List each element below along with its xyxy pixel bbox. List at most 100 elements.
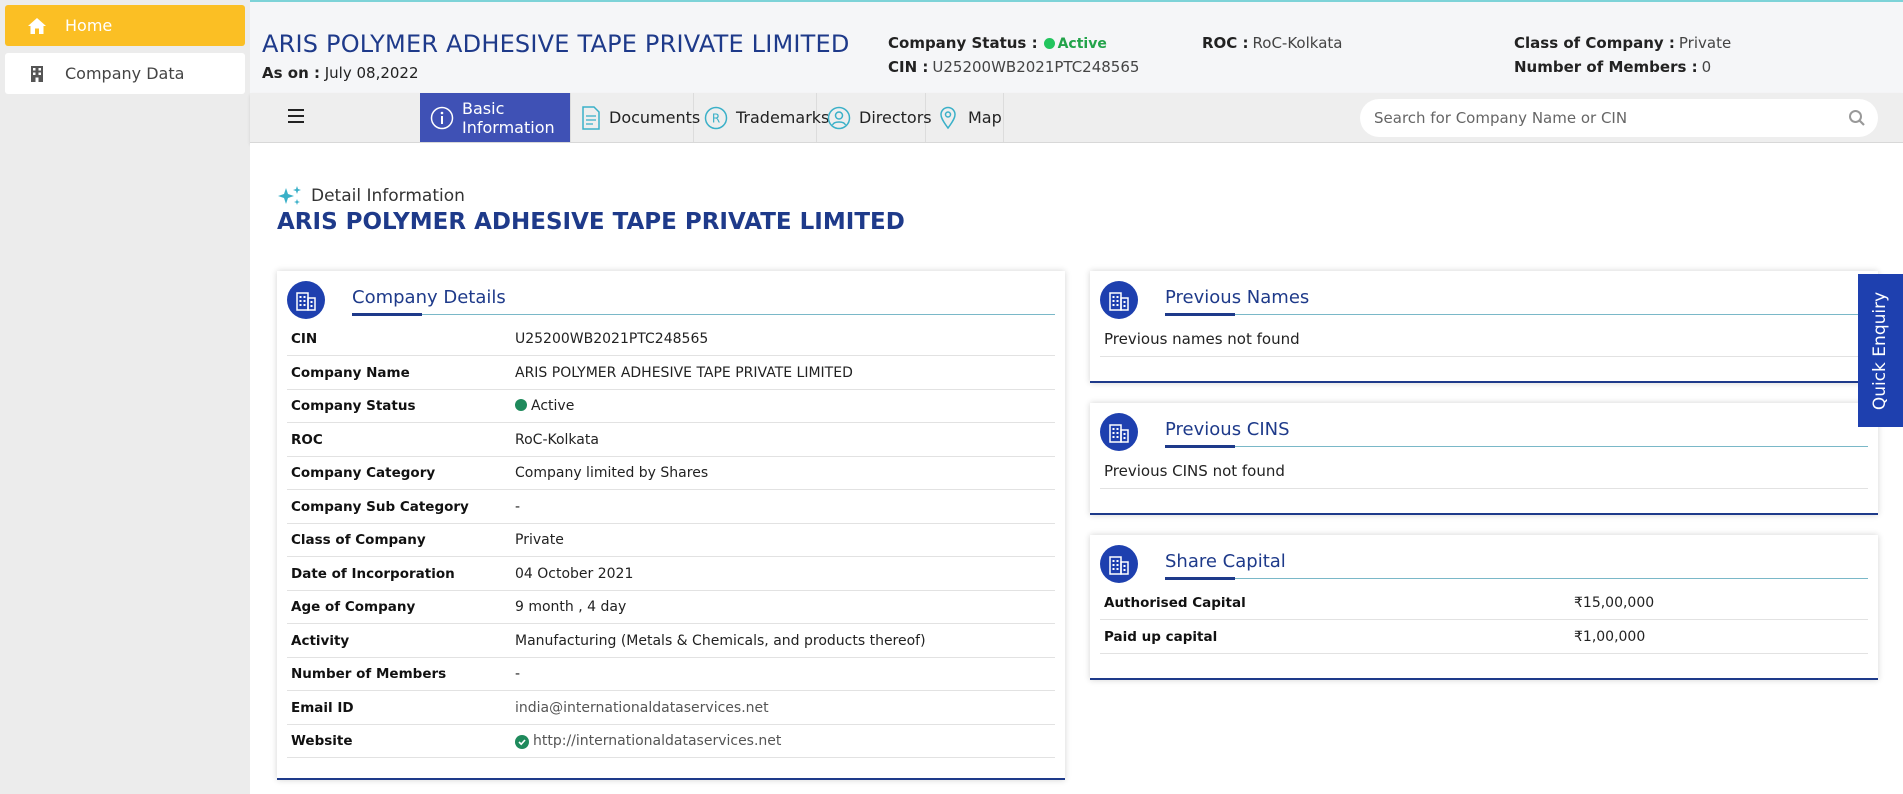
registered-icon: R xyxy=(704,106,728,130)
cin-label: CIN : xyxy=(888,58,929,76)
table-row: Age of Company 9 month , 4 day xyxy=(287,591,1055,624)
row-key: Company Sub Category xyxy=(291,499,469,515)
building-icon xyxy=(287,281,325,319)
website-link[interactable]: http://internationaldataservices.net xyxy=(515,733,781,749)
row-key: Paid up capital xyxy=(1104,629,1218,645)
row-value: - xyxy=(515,499,521,515)
search-box xyxy=(1360,99,1878,137)
home-icon xyxy=(27,16,47,36)
table-row: Website http://internationaldataservices.… xyxy=(287,725,1055,758)
company-status-value: Active xyxy=(1057,36,1107,52)
tab-label: Documents xyxy=(609,108,701,127)
members-label: Number of Members : xyxy=(1514,58,1698,76)
row-key: Age of Company xyxy=(291,599,416,615)
table-row: Paid up capital ₹1,00,000 xyxy=(1100,621,1868,654)
sidebar: Home Company Data xyxy=(0,0,250,794)
tab-label: Directors xyxy=(859,108,932,127)
tab-directors[interactable]: Directors xyxy=(817,93,932,142)
class-meta: Class of Company : Private xyxy=(1514,34,1731,52)
empty-note: Previous names not found xyxy=(1104,330,1300,348)
members-meta: Number of Members :0 xyxy=(1514,58,1711,76)
row-value: RoC-Kolkata xyxy=(515,432,599,448)
document-icon xyxy=(581,105,601,130)
table-row: Authorised Capital ₹15,00,000 xyxy=(1100,587,1868,620)
detail-heading: Detail Information xyxy=(277,185,465,207)
search-icon[interactable] xyxy=(1848,109,1866,131)
table-row: Company Name ARIS POLYMER ADHESIVE TAPE P… xyxy=(287,357,1055,390)
card-divider xyxy=(352,314,1055,315)
sidebar-item-company-data[interactable]: Company Data xyxy=(5,53,245,94)
search-input[interactable] xyxy=(1374,109,1834,127)
card-title: Previous Names xyxy=(1165,287,1310,308)
tab-trademarks[interactable]: R Trademarks xyxy=(694,93,829,142)
row-value: Active xyxy=(531,398,575,414)
row-key: ROC xyxy=(291,432,323,448)
row-value: ARIS POLYMER ADHESIVE TAPE PRIVATE LIMIT… xyxy=(515,365,853,381)
row-key: Company Status xyxy=(291,398,416,414)
cin-meta: CIN : U25200WB2021PTC248565 xyxy=(888,58,1139,76)
row-key: Authorised Capital xyxy=(1104,595,1246,611)
row-key: Number of Members xyxy=(291,666,447,682)
status-dot-icon xyxy=(1043,38,1055,49)
sidebar-item-home[interactable]: Home xyxy=(5,5,245,46)
table-row: CIN U25200WB2021PTC248565 xyxy=(287,323,1055,356)
detail-heading-text: Detail Information xyxy=(311,186,465,206)
table-row: Number of Members - xyxy=(287,658,1055,691)
row-value: U25200WB2021PTC248565 xyxy=(515,331,709,347)
email-value[interactable]: india@internationaldataservices.net xyxy=(515,700,769,716)
tab-label: Map xyxy=(968,108,1002,127)
card-divider xyxy=(1165,446,1868,447)
table-row: Activity Manufacturing (Metals & Chemical… xyxy=(287,625,1055,658)
check-circle-icon xyxy=(515,735,529,749)
members-value: 0 xyxy=(1701,58,1712,76)
tab-basic-information[interactable]: Basic Information xyxy=(420,93,571,142)
row-key: CIN xyxy=(291,331,318,347)
roc-value: RoC-Kolkata xyxy=(1252,34,1343,52)
table-row: ROC RoC-Kolkata xyxy=(287,424,1055,457)
as-on-date: As on : July 08,2022 xyxy=(262,64,419,82)
roc-label: ROC : xyxy=(1202,34,1249,52)
row-key: Activity xyxy=(291,633,350,649)
row-value: Manufacturing (Metals & Chemicals, and p… xyxy=(515,633,926,649)
row-value: http://internationaldataservices.net xyxy=(533,733,782,749)
building-icon xyxy=(1100,413,1138,451)
tab-bar: Basic Information Documents R Trademarks… xyxy=(250,93,1903,143)
table-row: Date of Incorporation 04 October 2021 xyxy=(287,558,1055,591)
previous-names-card: Previous Names Previous names not found xyxy=(1090,271,1878,383)
row-key: Date of Incorporation xyxy=(291,566,455,582)
row-key: Class of Company xyxy=(291,532,426,548)
sidebar-item-label: Home xyxy=(65,16,113,35)
menu-icon[interactable] xyxy=(288,109,304,123)
row-value: 9 month , 4 day xyxy=(515,599,627,615)
card-divider-accent xyxy=(1165,445,1235,448)
row-key: Website xyxy=(291,733,353,749)
tab-map[interactable]: Map xyxy=(926,93,1004,142)
table-row: Class of Company Private xyxy=(287,524,1055,557)
table-row: Company Category Company limited by Share… xyxy=(287,457,1055,490)
main-content: Detail Information ARIS POLYMER ADHESIVE… xyxy=(250,143,1903,794)
status-dot-icon xyxy=(515,399,527,411)
company-title: ARIS POLYMER ADHESIVE TAPE PRIVATE LIMIT… xyxy=(262,30,850,58)
detail-title: ARIS POLYMER ADHESIVE TAPE PRIVATE LIMIT… xyxy=(277,209,905,235)
card-divider-accent xyxy=(352,313,422,316)
info-icon xyxy=(430,106,454,130)
tab-documents[interactable]: Documents xyxy=(571,93,700,142)
row-value: ₹1,00,000 xyxy=(1574,629,1646,645)
previous-cins-card: Previous CINS Previous CINS not found xyxy=(1090,403,1878,515)
cin-value: U25200WB2021PTC248565 xyxy=(932,58,1140,76)
card-divider-accent xyxy=(1165,577,1235,580)
note-divider xyxy=(1100,356,1868,357)
building-icon xyxy=(1100,545,1138,583)
card-title: Previous CINS xyxy=(1165,419,1290,440)
row-value: Private xyxy=(515,532,564,548)
page-header: ARIS POLYMER ADHESIVE TAPE PRIVATE LIMIT… xyxy=(250,0,1903,93)
row-value: Company limited by Shares xyxy=(515,465,709,481)
row-key: Company Name xyxy=(291,365,410,381)
row-value: - xyxy=(515,666,521,682)
quick-enquiry-button[interactable]: Quick Enquiry xyxy=(1858,274,1903,427)
card-divider-accent xyxy=(1165,313,1235,316)
building-icon xyxy=(27,64,47,84)
class-label: Class of Company : xyxy=(1514,34,1675,52)
as-on-label: As on : xyxy=(262,64,320,82)
table-row: Email ID india@internationaldataservices.… xyxy=(287,692,1055,725)
